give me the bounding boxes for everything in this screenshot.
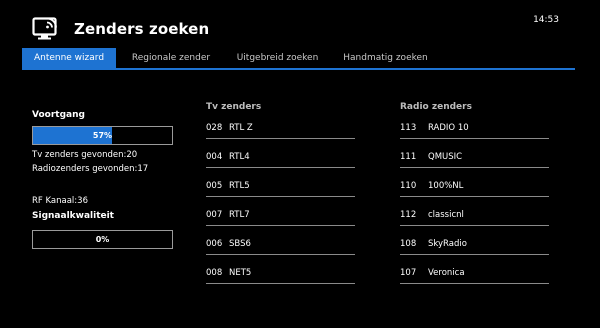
radio-list-header: Radio zenders bbox=[400, 102, 472, 112]
channel-name: NET5 bbox=[229, 268, 252, 278]
signal-quality-label: Signaalkwaliteit bbox=[32, 211, 114, 221]
signal-quality-bar: 0% bbox=[32, 230, 173, 249]
channel-number: 110 bbox=[400, 181, 417, 191]
tab-regionale-zender[interactable]: Regionale zender bbox=[116, 48, 226, 68]
tv-wireless-icon bbox=[32, 15, 62, 43]
channel-name: RTL4 bbox=[229, 152, 250, 162]
channel-row[interactable]: 110 100%NL bbox=[400, 180, 549, 197]
progress-percent: 57% bbox=[92, 131, 113, 140]
channel-number: 107 bbox=[400, 268, 417, 278]
channel-number: 006 bbox=[206, 239, 223, 249]
radio-channels-found: Radiozenders gevonden:17 bbox=[32, 164, 149, 174]
tv-list-header: Tv zenders bbox=[206, 102, 262, 112]
rf-channel: RF Kanaal:36 bbox=[32, 196, 88, 206]
channel-number: 111 bbox=[400, 152, 417, 162]
tv-channels-found: Tv zenders gevonden:20 bbox=[32, 150, 138, 160]
channel-number: 028 bbox=[206, 123, 223, 133]
progress-bar: 57% bbox=[32, 126, 173, 145]
channel-number: 108 bbox=[400, 239, 417, 249]
channel-row[interactable]: 006 SBS6 bbox=[206, 238, 355, 255]
channel-name: classicnl bbox=[428, 210, 464, 220]
channel-row[interactable]: 112 classicnl bbox=[400, 209, 549, 226]
channel-name: RADIO 10 bbox=[428, 123, 469, 133]
channel-row[interactable]: 028 RTL Z bbox=[206, 122, 355, 139]
channel-number: 008 bbox=[206, 268, 223, 278]
tab-underline bbox=[22, 68, 575, 70]
channel-row[interactable]: 111 QMUSIC bbox=[400, 151, 549, 168]
progress-label: Voortgang bbox=[32, 110, 85, 120]
tab-bar: Antenne wizard Regionale zender Uitgebre… bbox=[22, 48, 442, 68]
channel-row[interactable]: 007 RTL7 bbox=[206, 209, 355, 226]
channel-name: Veronica bbox=[428, 268, 465, 278]
channel-name: SBS6 bbox=[229, 239, 251, 249]
signal-quality-percent: 0% bbox=[95, 235, 110, 244]
channel-row[interactable]: 008 NET5 bbox=[206, 267, 355, 284]
channel-name: 100%NL bbox=[428, 181, 464, 191]
tab-uitgebreid-zoeken[interactable]: Uitgebreid zoeken bbox=[226, 48, 329, 68]
channel-name: RTL5 bbox=[229, 181, 250, 191]
channel-name: RTL Z bbox=[229, 123, 253, 133]
channel-row[interactable]: 108 SkyRadio bbox=[400, 238, 549, 255]
channel-name: QMUSIC bbox=[428, 152, 463, 162]
channel-row[interactable]: 107 Veronica bbox=[400, 267, 549, 284]
channel-name: RTL7 bbox=[229, 210, 250, 220]
channel-search-screen: Zenders zoeken 14:53 Antenne wizard Regi… bbox=[0, 0, 600, 328]
channel-row[interactable]: 005 RTL5 bbox=[206, 180, 355, 197]
clock: 14:53 bbox=[533, 15, 559, 25]
channel-number: 005 bbox=[206, 181, 223, 191]
tab-handmatig-zoeken[interactable]: Handmatig zoeken bbox=[329, 48, 442, 68]
page-title: Zenders zoeken bbox=[74, 20, 210, 38]
channel-name: SkyRadio bbox=[428, 239, 467, 249]
channel-row[interactable]: 113 RADIO 10 bbox=[400, 122, 549, 139]
channel-number: 004 bbox=[206, 152, 223, 162]
channel-number: 007 bbox=[206, 210, 223, 220]
channel-number: 113 bbox=[400, 123, 417, 133]
tab-antenne-wizard[interactable]: Antenne wizard bbox=[22, 48, 116, 68]
channel-number: 112 bbox=[400, 210, 417, 220]
channel-row[interactable]: 004 RTL4 bbox=[206, 151, 355, 168]
